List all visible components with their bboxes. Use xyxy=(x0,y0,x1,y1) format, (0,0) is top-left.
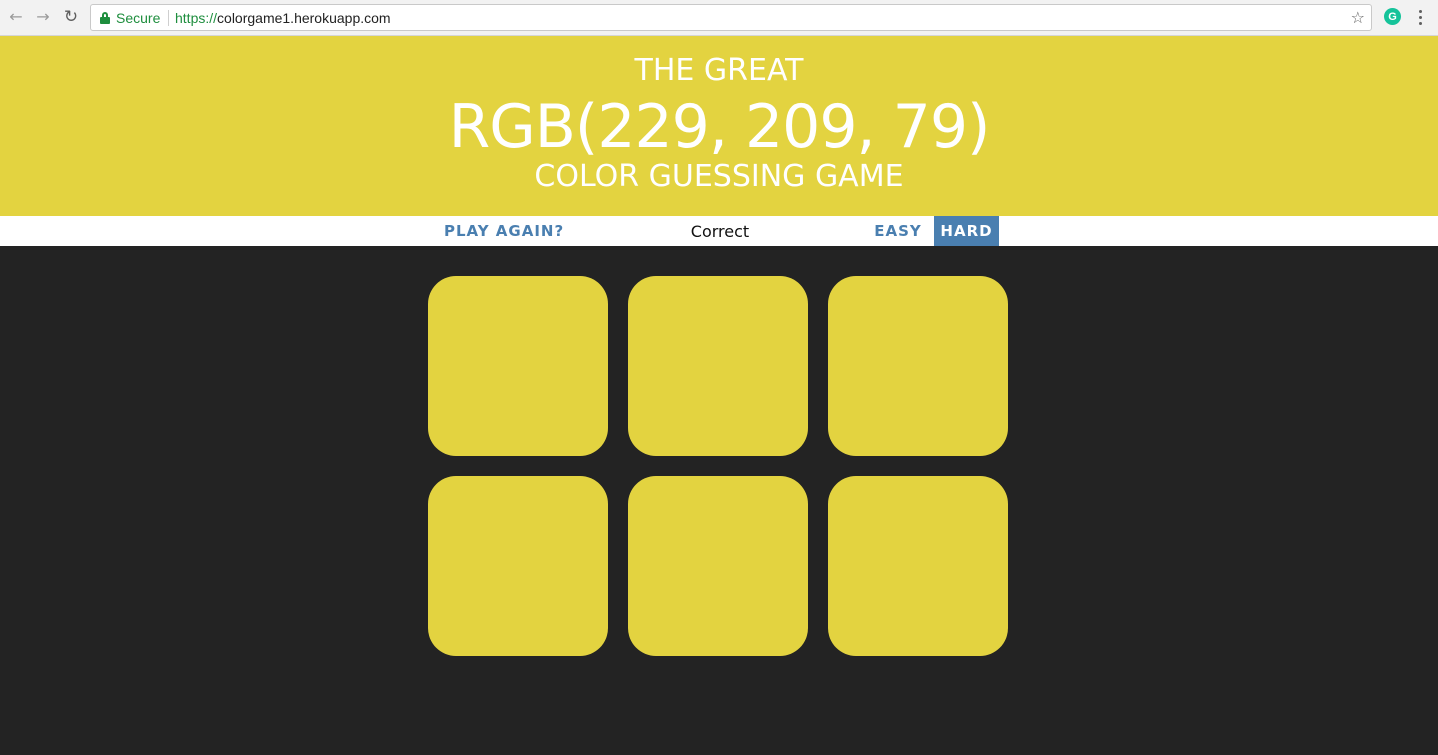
back-arrow-icon[interactable]: ← xyxy=(5,6,27,28)
control-stripe: PLAY AGAIN? Correct EASY HARD xyxy=(0,216,1438,246)
color-square[interactable] xyxy=(828,476,1008,656)
address-divider xyxy=(168,10,169,26)
game-header: THE GREAT RGB(229, 209, 79) COLOR GUESSI… xyxy=(0,36,1438,216)
easy-mode-button[interactable]: EASY xyxy=(866,216,930,246)
extension-letter: G xyxy=(1388,10,1397,23)
color-square[interactable] xyxy=(428,476,608,656)
browser-toolbar: ← → ↻ Secure https://colorgame1.herokuap… xyxy=(0,0,1438,36)
url-text[interactable]: https://colorgame1.herokuapp.com xyxy=(175,10,391,26)
browser-menu-icon[interactable] xyxy=(1413,6,1427,28)
color-board xyxy=(0,246,1438,755)
target-rgb-display: RGB(229, 209, 79) xyxy=(448,92,991,162)
play-again-button[interactable]: PLAY AGAIN? xyxy=(438,216,570,246)
reload-icon[interactable]: ↻ xyxy=(60,6,82,28)
result-message: Correct xyxy=(690,222,750,241)
url-host: colorgame1.herokuapp.com xyxy=(217,10,391,26)
url-scheme: https:// xyxy=(175,10,218,26)
header-title-line1: THE GREAT xyxy=(634,53,804,88)
address-bar[interactable]: Secure https://colorgame1.herokuapp.com … xyxy=(90,4,1372,31)
color-square[interactable] xyxy=(628,276,808,456)
forward-arrow-icon[interactable]: → xyxy=(32,6,54,28)
lock-icon xyxy=(100,12,110,24)
color-square[interactable] xyxy=(428,276,608,456)
color-square[interactable] xyxy=(628,476,808,656)
hard-mode-button[interactable]: HARD xyxy=(934,216,999,246)
grammarly-extension-icon[interactable]: G xyxy=(1384,8,1401,25)
bookmark-star-icon[interactable]: ☆ xyxy=(1351,8,1365,27)
header-title-line3: COLOR GUESSING GAME xyxy=(534,159,904,194)
secure-label: Secure xyxy=(116,10,161,26)
color-square[interactable] xyxy=(828,276,1008,456)
